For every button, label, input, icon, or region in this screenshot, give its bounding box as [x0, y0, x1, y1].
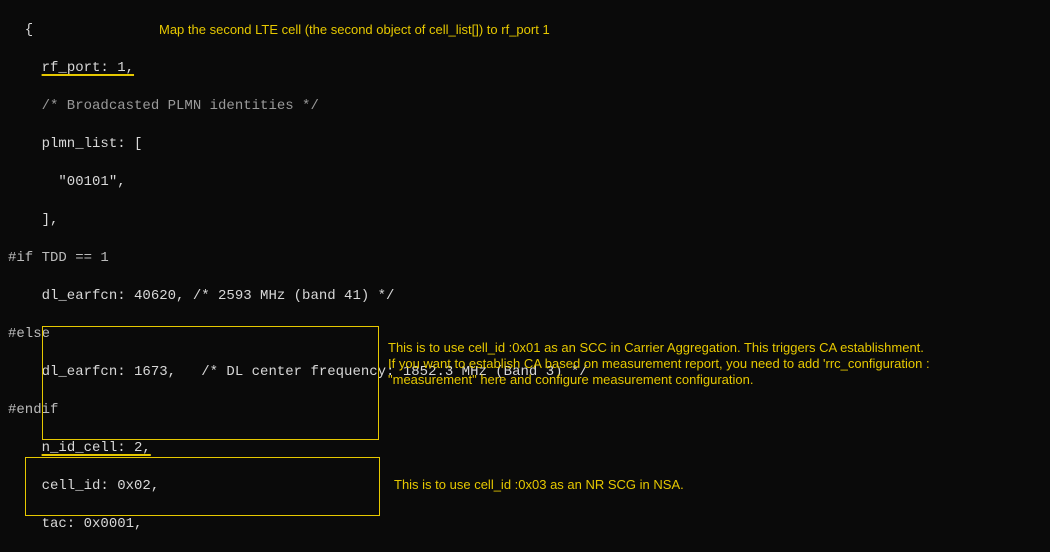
code-line: tac: 0x0001,	[0, 515, 1050, 534]
code-block: { rf_port: 1, /* Broadcasted PLMN identi…	[0, 0, 1050, 552]
code-line: rf_port: 1,	[0, 59, 1050, 78]
code-line: "00101",	[0, 173, 1050, 192]
highlight-box-scell-list	[42, 326, 379, 440]
annotation-scell-list: This is to use cell_id :0x01 as an SCC i…	[388, 340, 948, 388]
annotation-en-dc-scg: This is to use cell_id :0x03 as an NR SC…	[394, 477, 954, 493]
code-line: n_id_cell: 2,	[0, 439, 1050, 458]
annotation-line: If you want to establish CA based on mea…	[388, 356, 948, 388]
preprocessor-endif: #endif	[0, 401, 1050, 420]
annotation-line: This is to use cell_id :0x01 as an SCC i…	[388, 340, 948, 356]
code-line: ],	[0, 211, 1050, 230]
code-line: /* Broadcasted PLMN identities */	[0, 97, 1050, 116]
rf-port-line: rf_port: 1,	[42, 60, 134, 76]
n-id-cell-line: n_id_cell: 2,	[42, 440, 151, 456]
annotation-rf-port: Map the second LTE cell (the second obje…	[159, 22, 759, 38]
code-line: plmn_list: [	[0, 135, 1050, 154]
code-line: dl_earfcn: 40620, /* 2593 MHz (band 41) …	[0, 287, 1050, 306]
preprocessor-if: #if TDD == 1	[0, 249, 1050, 268]
